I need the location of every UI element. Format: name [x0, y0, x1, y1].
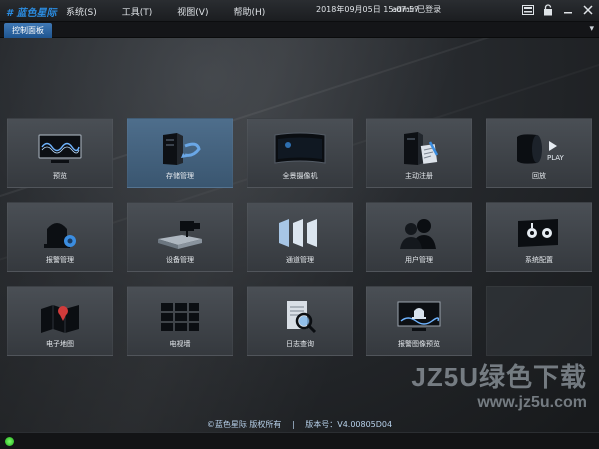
tile-e-map[interactable]: 电子地图 [7, 286, 113, 356]
monitor-wave-icon [8, 131, 112, 167]
log-search-icon [248, 299, 352, 335]
tile-label: 日志查询 [286, 340, 314, 348]
tile-video-wall[interactable]: 电视墙 [127, 286, 233, 356]
tab-list-chevron-icon[interactable]: ▾ [589, 24, 594, 34]
tile-label: 电视墙 [169, 340, 191, 348]
tile-label: 系统配置 [525, 256, 553, 264]
alarm-manage-icon [8, 215, 112, 251]
device-manage-icon [128, 215, 232, 251]
users-icon [367, 215, 471, 251]
tile-label: 电子地图 [46, 340, 74, 348]
menu-system[interactable]: 系统(S) [66, 5, 97, 18]
keyboard-icon[interactable] [521, 3, 535, 17]
e-map-icon [8, 299, 112, 335]
tile-device-manage[interactable]: 设备管理 [127, 202, 233, 272]
tile-label: 通道管理 [286, 256, 314, 264]
tile-label: 用户管理 [405, 256, 433, 264]
login-status: admin已登录 [392, 5, 442, 14]
watermark: JZ5U绿色下载 www.jz5u.com [411, 357, 587, 412]
tile-label: 预览 [53, 172, 67, 180]
menu-bar: 系统(S) 工具(T) 视图(V) 帮助(H) [66, 5, 290, 18]
watermark-url: www.jz5u.com [477, 394, 587, 411]
window-controls [515, 3, 595, 17]
tile-playback[interactable]: PLAY 回放 [486, 118, 592, 188]
tab-bar: 控制面板 ▾ [0, 22, 599, 38]
tile-label: 存储管理 [166, 172, 194, 180]
active-register-icon [367, 131, 471, 167]
video-wall-icon [128, 299, 232, 335]
tile-system-config[interactable]: 系统配置 [486, 202, 592, 272]
tile-alarm-image-preview[interactable]: 报警图像预览 [366, 286, 472, 356]
tile-label: 回放 [532, 172, 546, 180]
playback-film-icon: PLAY [487, 131, 591, 167]
tab-control-panel[interactable]: 控制面板 [4, 23, 52, 38]
svg-text:PLAY: PLAY [547, 154, 565, 162]
tile-label: 全景摄像机 [282, 172, 318, 180]
tile-log-search[interactable]: 日志查询 [247, 286, 353, 356]
alarm-image-preview-icon [367, 299, 471, 335]
status-bar [0, 432, 599, 449]
tile-label: 报警图像预览 [398, 340, 440, 348]
panorama-camera-icon [248, 131, 352, 167]
watermark-brand: JZ5U绿色下载 [411, 362, 587, 392]
copyright-text: ©蓝色星际 版权所有 [206, 420, 282, 429]
tile-label: 主动注册 [405, 172, 433, 180]
version-text: 版本号：V4.00805D04 [305, 420, 393, 429]
connection-status-icon [5, 437, 14, 446]
tile-label: 设备管理 [166, 256, 194, 264]
app-logo: # 蓝色星际 [6, 8, 57, 19]
tile-panorama-camera[interactable]: 全景摄像机 [247, 118, 353, 188]
copyright-footer: ©蓝色星际 版权所有 | 版本号：V4.00805D04 [0, 419, 599, 430]
tile-empty-slot [486, 286, 592, 356]
tile-user-manage[interactable]: 用户管理 [366, 202, 472, 272]
tile-storage[interactable]: 存储管理 [127, 118, 233, 188]
system-config-icon [487, 215, 591, 251]
control-panel: 预览 存储管理 全景摄像机 主动注册 PLAY 回放 报警管理 设备管理 通道管… [0, 38, 599, 432]
tile-alarm-manage[interactable]: 报警管理 [7, 202, 113, 272]
tile-preview[interactable]: 预览 [7, 118, 113, 188]
title-bar: # 蓝色星际 系统(S) 工具(T) 视图(V) 帮助(H) 2018年09月0… [0, 0, 599, 22]
channel-manage-icon [248, 215, 352, 251]
footer-separator: | [291, 420, 295, 429]
menu-view[interactable]: 视图(V) [177, 5, 208, 18]
lock-icon[interactable] [541, 3, 555, 17]
close-icon[interactable] [581, 3, 595, 17]
minimize-icon[interactable] [561, 3, 575, 17]
menu-tools[interactable]: 工具(T) [122, 5, 153, 18]
menu-help[interactable]: 帮助(H) [233, 5, 265, 18]
storage-server-icon [128, 131, 232, 167]
tile-channel-manage[interactable]: 通道管理 [247, 202, 353, 272]
tile-active-register[interactable]: 主动注册 [366, 118, 472, 188]
tile-label: 报警管理 [46, 256, 74, 264]
